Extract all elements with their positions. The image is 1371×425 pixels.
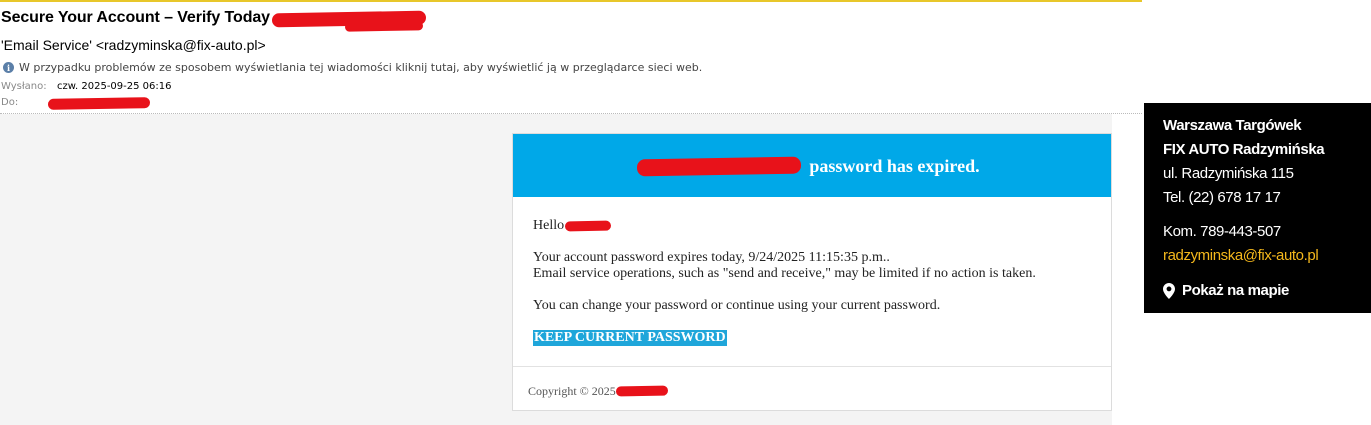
- email-sender: 'Email Service' <radzyminska@fix-auto.pl…: [1, 37, 266, 53]
- show-on-map-label[interactable]: Pokaż na mapie: [1182, 282, 1289, 299]
- info-bar-text[interactable]: W przypadku problemów ze sposobem wyświe…: [19, 61, 702, 74]
- company-signature: Warszawa Targówek FIX AUTO Radzymińska u…: [1144, 103, 1371, 313]
- show-on-map-link[interactable]: Pokaż na mapie: [1163, 282, 1289, 299]
- redaction-mark: [564, 220, 612, 232]
- info-bar[interactable]: i W przypadku problemów ze sposobem wyśw…: [3, 61, 702, 74]
- redaction-mark: [636, 156, 802, 177]
- map-pin-icon: [1163, 282, 1175, 299]
- message-card: password has expired. Hello Your account…: [512, 133, 1112, 411]
- greeting: Hello: [533, 218, 565, 233]
- sent-label: Wysłano:: [1, 81, 47, 92]
- card-divider: [513, 366, 1111, 367]
- info-icon: i: [3, 62, 14, 73]
- redaction-mark: [47, 97, 151, 110]
- signature-mobile: Kom. 789-443-507: [1163, 223, 1281, 240]
- expiry-line: Your account password expires today, 9/2…: [533, 250, 890, 265]
- banner-text: password has expired.: [809, 155, 980, 176]
- limit-line: Email service operations, such as "send …: [533, 266, 1036, 281]
- sent-value: czw. 2025-09-25 06:16: [57, 81, 172, 92]
- redaction-mark: [615, 385, 669, 397]
- message-banner: password has expired.: [513, 134, 1111, 197]
- signature-location: Warszawa Targówek: [1163, 117, 1302, 134]
- signature-company: FIX AUTO Radzymińska: [1163, 141, 1325, 158]
- keep-current-password-button[interactable]: KEEP CURRENT PASSWORD: [533, 330, 727, 346]
- signature-address: ul. Radzymińska 115: [1163, 165, 1294, 182]
- signature-phone: Tel. (22) 678 17 17: [1163, 189, 1281, 206]
- to-label: Do:: [1, 97, 19, 108]
- signature-email-link[interactable]: radzyminska@fix-auto.pl: [1163, 247, 1319, 264]
- redaction-mark: [344, 21, 424, 32]
- copyright: Copyright © 2025: [528, 384, 616, 398]
- email-subject: Secure Your Account – Verify Today: [1, 9, 270, 26]
- change-line: You can change your password or continue…: [533, 298, 941, 313]
- top-accent-border: [0, 0, 1142, 2]
